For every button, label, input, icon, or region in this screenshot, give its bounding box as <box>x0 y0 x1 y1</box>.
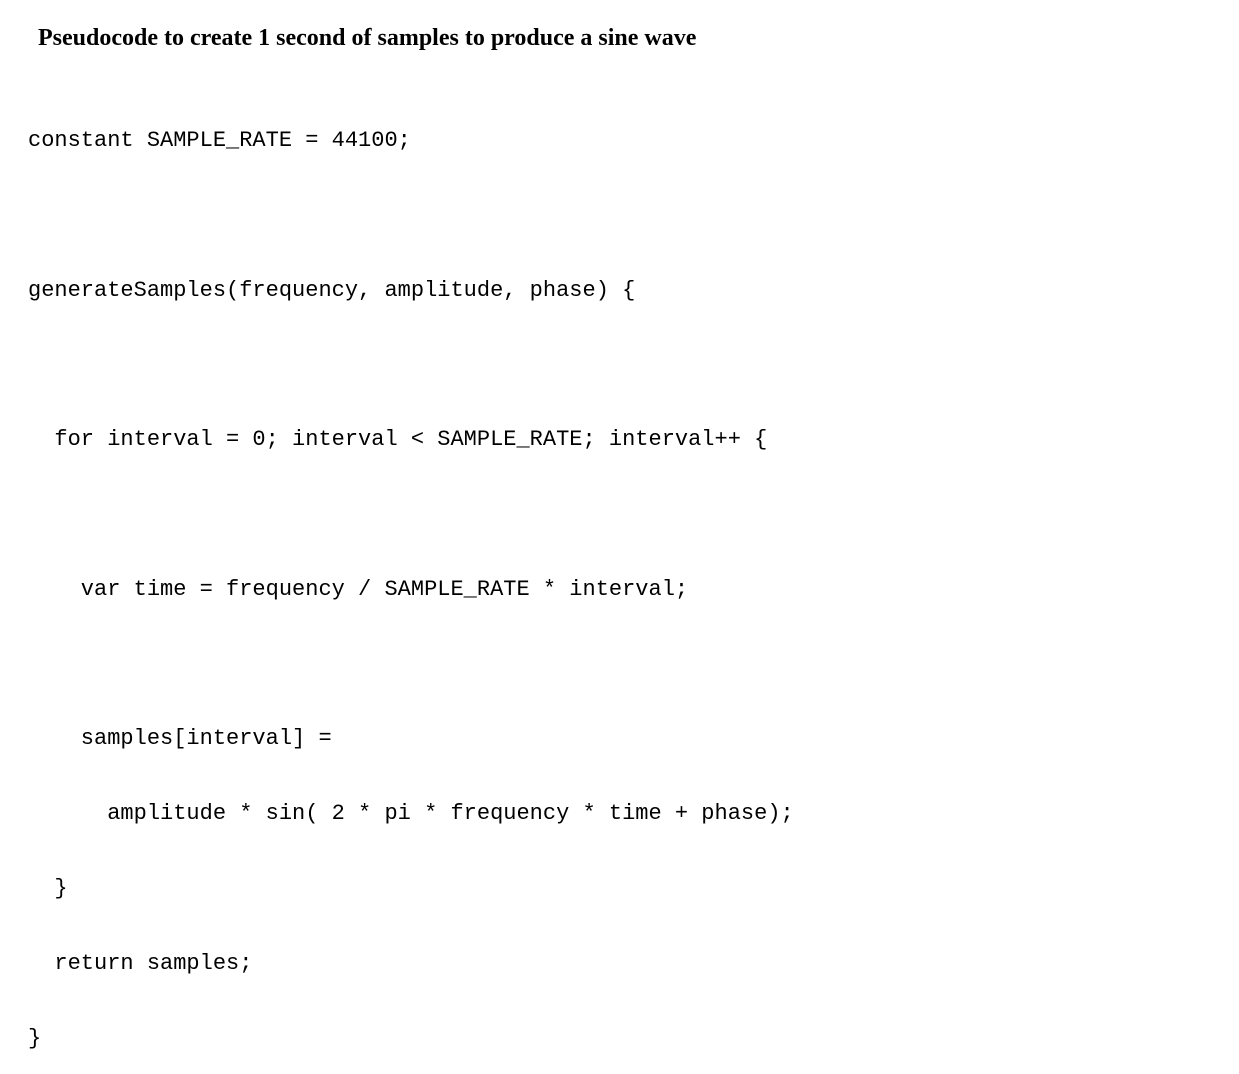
code-line: constant SAMPLE_RATE = 44100; <box>28 122 1211 159</box>
code-line: generateSamples(frequency, amplitude, ph… <box>28 272 1211 309</box>
code-blank-line <box>28 197 1211 234</box>
pseudocode-block: constant SAMPLE_RATE = 44100; generateSa… <box>28 85 1211 1074</box>
code-line: for interval = 0; interval < SAMPLE_RATE… <box>28 421 1211 458</box>
code-line: return samples; <box>28 945 1211 982</box>
code-line: } <box>28 1020 1211 1057</box>
code-line: var time = frequency / SAMPLE_RATE * int… <box>28 571 1211 608</box>
code-line: } <box>28 870 1211 907</box>
code-line: samples[interval] = <box>28 720 1211 757</box>
pseudocode-title: Pseudocode to create 1 second of samples… <box>38 18 1211 59</box>
code-blank-line <box>28 347 1211 384</box>
code-blank-line <box>28 496 1211 533</box>
code-blank-line <box>28 646 1211 683</box>
code-line: amplitude * sin( 2 * pi * frequency * ti… <box>28 795 1211 832</box>
